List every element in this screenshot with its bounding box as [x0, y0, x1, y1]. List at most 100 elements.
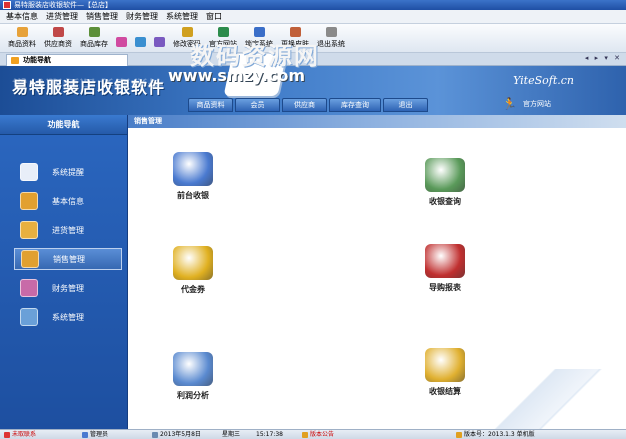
status-notice-text: 版本公告 — [310, 431, 335, 438]
status-time: 15:17:38 — [256, 430, 283, 439]
status-notice[interactable]: 版本公告 — [302, 430, 334, 439]
function-profit-analysis[interactable]: 利润分析 — [158, 352, 228, 401]
toolbar-button-label: 商品库存 — [80, 40, 108, 48]
function-salesperson[interactable]: 导购报表 — [410, 244, 480, 293]
function-label: 利润分析 — [177, 391, 209, 400]
toolbar-button-6[interactable]: 修改密码 — [171, 27, 203, 49]
nav-member-button[interactable]: 会员 — [235, 98, 280, 112]
window-title: 易特服装店收银软件—【总店】 — [14, 1, 112, 9]
status-user-text: 管理员 — [90, 431, 109, 438]
user-icon — [154, 37, 165, 47]
official-site-link[interactable]: 🏃 官方网站 — [502, 98, 551, 110]
sidebar-item-5[interactable]: 系统管理 — [14, 306, 122, 328]
menu-sales[interactable]: 销售管理 — [86, 11, 118, 22]
toolbar-button-5[interactable] — [152, 37, 167, 49]
globe-icon — [217, 27, 229, 37]
sidebar-item-label: 基本信息 — [52, 196, 84, 206]
function-label: 代金券 — [181, 285, 205, 294]
status-weekday: 星期三 — [222, 430, 240, 439]
toolbar-button-4[interactable] — [133, 37, 148, 49]
toolbar-button-label: 供应商资 — [44, 40, 72, 48]
function-pos-terminal[interactable]: 前台收银 — [158, 152, 228, 201]
status-weekday-text: 星期三 — [222, 431, 241, 438]
notice-icon — [302, 431, 308, 438]
monitor-icon — [20, 308, 38, 326]
sidebar-item-2[interactable]: 进货管理 — [14, 219, 122, 241]
toolbar-button-label: 更换皮肤 — [281, 40, 309, 48]
search-report-icon — [425, 158, 465, 192]
sidebar-item-1[interactable]: 基本信息 — [14, 190, 122, 212]
tab-controls[interactable]: ◂ ▸ ▾ ✕ — [585, 54, 622, 62]
runner-icon: 🏃 — [502, 97, 517, 111]
calendar-icon — [152, 431, 158, 438]
tab-bar: 功能导航 ◂ ▸ ▾ ✕ — [0, 53, 626, 66]
title-bar: 易特服装店收银软件—【总店】 — [0, 0, 626, 10]
sidebar-item-label: 进货管理 — [52, 225, 84, 235]
sidebar-title: 功能导航 — [0, 115, 127, 135]
function-coin-bag[interactable]: 收银结算 — [410, 348, 480, 397]
toolbar-button-2[interactable]: 商品库存 — [78, 27, 110, 49]
function-voucher[interactable]: 代金券 — [158, 246, 228, 295]
toolbar-button-9[interactable]: 更换皮肤 — [279, 27, 311, 49]
stock-icon — [88, 27, 100, 37]
official-site-label: 官方网站 — [522, 100, 551, 108]
keyboard-decoration — [466, 369, 626, 429]
toolbar-button-label: 商品资料 — [8, 40, 36, 48]
menu-finance[interactable]: 财务管理 — [126, 11, 158, 22]
brand-reflection: 易特服装店收银软件 — [12, 77, 166, 89]
sidebar-item-3[interactable]: 销售管理 — [14, 248, 122, 270]
money-icon — [20, 279, 38, 297]
menu-purchase[interactable]: 进货管理 — [46, 11, 78, 22]
toolbar-button-label: 修改密码 — [173, 40, 201, 48]
exit-icon — [325, 27, 337, 37]
toolbar-button-0[interactable]: 商品资料 — [6, 27, 38, 49]
status-time-text: 15:17:38 — [256, 431, 283, 438]
sidebar-item-4[interactable]: 财务管理 — [14, 277, 122, 299]
gift-icon — [116, 37, 127, 47]
toolbar-button-label: 退出系统 — [317, 40, 345, 48]
app-window: 易特服装店收银软件—【总店】 基本信息 进货管理 销售管理 财务管理 系统管理 … — [0, 0, 626, 439]
user-icon — [82, 431, 88, 438]
sidebar-item-label: 财务管理 — [52, 283, 84, 293]
toolbar: 商品资料 供应商资 商品库存 修改密码 官方网站 锁定系统 更换皮肤 退出系统 — [0, 24, 626, 53]
status-contact-text: 未取联系 — [12, 431, 37, 438]
function-search-report[interactable]: 收银查询 — [410, 158, 480, 207]
clock-icon — [20, 163, 38, 181]
sidebar-item-0[interactable]: 系统提醒 — [14, 161, 122, 183]
content-title: 销售管理 — [128, 115, 626, 128]
toolbar-button-8[interactable]: 锁定系统 — [243, 27, 275, 49]
banner-nav: 商品资料 会员 供应商 库存查询 退出 — [188, 98, 428, 112]
profit-analysis-icon — [173, 352, 213, 386]
sidebar: 功能导航 系统提醒基本信息进货管理销售管理财务管理系统管理 — [0, 115, 128, 429]
function-label: 前台收银 — [177, 191, 209, 200]
home-icon — [11, 57, 19, 64]
status-date-text: 2013年5月8日 — [160, 431, 201, 438]
info-icon — [456, 431, 462, 438]
nav-supplier-button[interactable]: 供应商 — [282, 98, 327, 112]
status-bar: 未取联系 管理员 2013年5月8日 星期三 15:17:38 版本公告 版本号… — [0, 429, 626, 439]
pos-terminal-icon — [173, 152, 213, 186]
menu-basic-info[interactable]: 基本信息 — [6, 11, 38, 22]
menu-system[interactable]: 系统管理 — [166, 11, 198, 22]
status-version: 版本号：2013.1.3 单机版 — [456, 430, 535, 439]
toolbar-button-3[interactable] — [114, 37, 129, 49]
nav-exit-button[interactable]: 退出 — [383, 98, 428, 112]
boxes-icon — [20, 192, 38, 210]
toolbar-button-1[interactable]: 供应商资 — [42, 27, 74, 49]
nav-goods-button[interactable]: 商品资料 — [188, 98, 233, 112]
company-logo: YiteSoft.cn — [513, 74, 574, 87]
toolbar-button-10[interactable]: 退出系统 — [315, 27, 347, 49]
status-version-text: 版本号：2013.1.3 单机版 — [464, 431, 535, 438]
lock-icon — [253, 27, 265, 37]
function-label: 导购报表 — [429, 283, 461, 292]
content-panel: 前台收银收银查询代金券 导购报表利润分析 收银结算 — [128, 128, 626, 429]
nav-stock-query-button[interactable]: 库存查询 — [329, 98, 381, 112]
tab-function-nav[interactable]: 功能导航 — [6, 54, 128, 66]
toolbar-button-7[interactable]: 官方网站 — [207, 27, 239, 49]
toolbar-button-label: 官方网站 — [209, 40, 237, 48]
status-contact: 未取联系 — [4, 430, 36, 439]
goods-icon — [16, 27, 28, 37]
menu-window[interactable]: 窗口 — [206, 11, 222, 22]
function-label: 收银查询 — [429, 197, 461, 206]
key-icon — [181, 27, 193, 37]
